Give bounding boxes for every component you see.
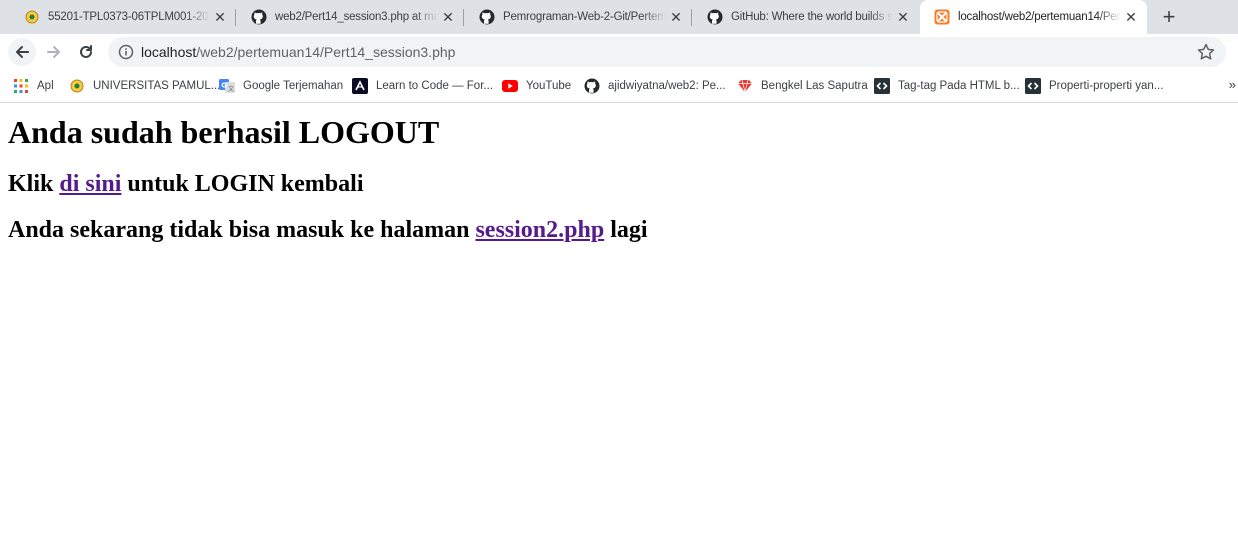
url-path: /web2/pertemuan14/Pert14_session3.php <box>196 44 456 60</box>
tab-github-repo[interactable]: Pemrograman-Web-2-Git/Pertemuan ✕ <box>465 0 692 34</box>
bookmark-label: Properti-properti yan... <box>1049 80 1164 92</box>
tab-title: 55201-TPL0373-06TPLM001-20202 <box>48 11 210 23</box>
arrow-right-icon <box>47 46 60 58</box>
session2-link[interactable]: session2.php <box>475 217 604 243</box>
page-content: Anda sudah berhasil LOGOUT Klik di sini … <box>8 104 1230 243</box>
tab-strip: 55201-TPL0373-06TPLM001-20202 ✕ web2/Per… <box>0 0 1238 34</box>
arrow-left-icon <box>16 46 29 58</box>
bookmark-youtube[interactable]: YouTube <box>502 77 571 95</box>
reload-icon <box>80 45 92 58</box>
bookmark-github-web2[interactable]: ajidwiyatna/web2: Pe... <box>584 77 726 95</box>
apps-grid-icon <box>13 78 29 94</box>
line-suffix: lagi <box>604 217 648 243</box>
tab-title: localhost/web2/pertemuan14/Pert14 <box>958 11 1121 23</box>
bookmark-freecodecamp[interactable]: Learn to Code — For... <box>352 77 493 95</box>
gem-icon <box>737 78 753 94</box>
bookmark-label: Google Terjemahan <box>243 80 344 92</box>
svg-text:G: G <box>221 82 227 90</box>
close-icon[interactable]: ✕ <box>666 9 686 26</box>
info-icon[interactable] <box>118 44 134 60</box>
address-bar[interactable]: localhost/web2/pertemuan14/Pert14_sessio… <box>108 37 1226 67</box>
line-suffix: untuk LOGIN kembali <box>121 171 364 197</box>
freecodecamp-icon <box>352 78 368 94</box>
forward-button[interactable] <box>40 38 68 66</box>
university-seal-icon <box>69 78 85 94</box>
bookmark-label: Apl <box>37 80 54 92</box>
bookmark-tag-html[interactable]: Tag-tag Pada HTML b... <box>874 77 1020 95</box>
bookmark-google-translate[interactable]: G文 Google Terjemahan <box>219 77 343 95</box>
bookmark-apps[interactable]: Apl <box>13 77 54 95</box>
close-icon[interactable]: ✕ <box>893 9 913 26</box>
bookmark-label: Bengkel Las Saputra <box>761 80 868 92</box>
tab-github-home[interactable]: GitHub: Where the world builds software … <box>693 0 919 34</box>
tab-title: Pemrograman-Web-2-Git/Pertemuan <box>503 11 666 23</box>
bookmark-label: ajidwiyatna/web2: Pe... <box>608 80 726 92</box>
tab-separator <box>691 9 692 26</box>
login-link[interactable]: di sini <box>59 171 121 197</box>
tab-title: GitHub: Where the world builds software <box>731 11 893 23</box>
login-again-line: Klik di sini untuk LOGIN kembali <box>8 170 363 198</box>
github-icon <box>479 9 495 25</box>
github-icon <box>707 9 723 25</box>
reload-button[interactable] <box>72 38 100 66</box>
bookmark-label: Learn to Code — For... <box>376 80 493 92</box>
codepolitan-icon <box>874 78 890 94</box>
logout-heading: Anda sudah berhasil LOGOUT <box>8 114 440 150</box>
close-icon[interactable]: ✕ <box>210 9 230 26</box>
university-seal-icon <box>24 9 40 25</box>
codepolitan-icon <box>1025 78 1041 94</box>
bookmark-label: UNIVERSITAS PAMUL... <box>93 80 221 92</box>
github-icon <box>584 78 600 94</box>
tab-separator <box>235 9 236 26</box>
back-button[interactable] <box>8 38 36 66</box>
url-host: localhost <box>141 44 197 60</box>
tab-github-file[interactable]: web2/Pert14_session3.php at main ✕ <box>237 0 464 34</box>
star-icon[interactable] <box>1196 42 1216 62</box>
xampp-icon <box>934 9 950 25</box>
no-access-line: Anda sekarang tidak bisa masuk ke halama… <box>8 216 648 244</box>
tab-localhost[interactable]: localhost/web2/pertemuan14/Pert14 ✕ <box>920 0 1147 34</box>
close-icon[interactable]: ✕ <box>1121 9 1141 26</box>
bookmark-unpam[interactable]: UNIVERSITAS PAMUL... <box>69 77 220 95</box>
youtube-icon <box>502 78 518 94</box>
new-tab-button[interactable]: + <box>1157 4 1181 30</box>
line-prefix: Klik <box>8 171 60 197</box>
bookmark-bengkel-las[interactable]: Bengkel Las Saputra <box>737 77 868 95</box>
url-text[interactable]: localhost/web2/pertemuan14/Pert14_sessio… <box>141 44 455 60</box>
tab-elearning[interactable]: 55201-TPL0373-06TPLM001-20202 ✕ <box>10 0 236 34</box>
bookmarks-overflow-button[interactable]: » <box>1229 77 1236 92</box>
tab-title: web2/Pert14_session3.php at main <box>275 11 438 23</box>
close-icon[interactable]: ✕ <box>438 9 458 26</box>
tab-separator <box>463 9 464 26</box>
bookmark-label: YouTube <box>526 80 572 92</box>
bookmarks-bar: Apl UNIVERSITAS PAMUL... G文 Google Terje… <box>0 70 1238 103</box>
bookmark-label: Tag-tag Pada HTML b... <box>898 80 1020 92</box>
browser-toolbar: localhost/web2/pertemuan14/Pert14_sessio… <box>0 34 1238 70</box>
github-icon <box>251 9 267 25</box>
google-translate-icon: G文 <box>219 78 235 94</box>
line-prefix: Anda sekarang tidak bisa masuk ke halama… <box>8 217 476 243</box>
svg-text:文: 文 <box>228 85 234 93</box>
bookmark-properti[interactable]: Properti-properti yan... <box>1025 77 1163 95</box>
